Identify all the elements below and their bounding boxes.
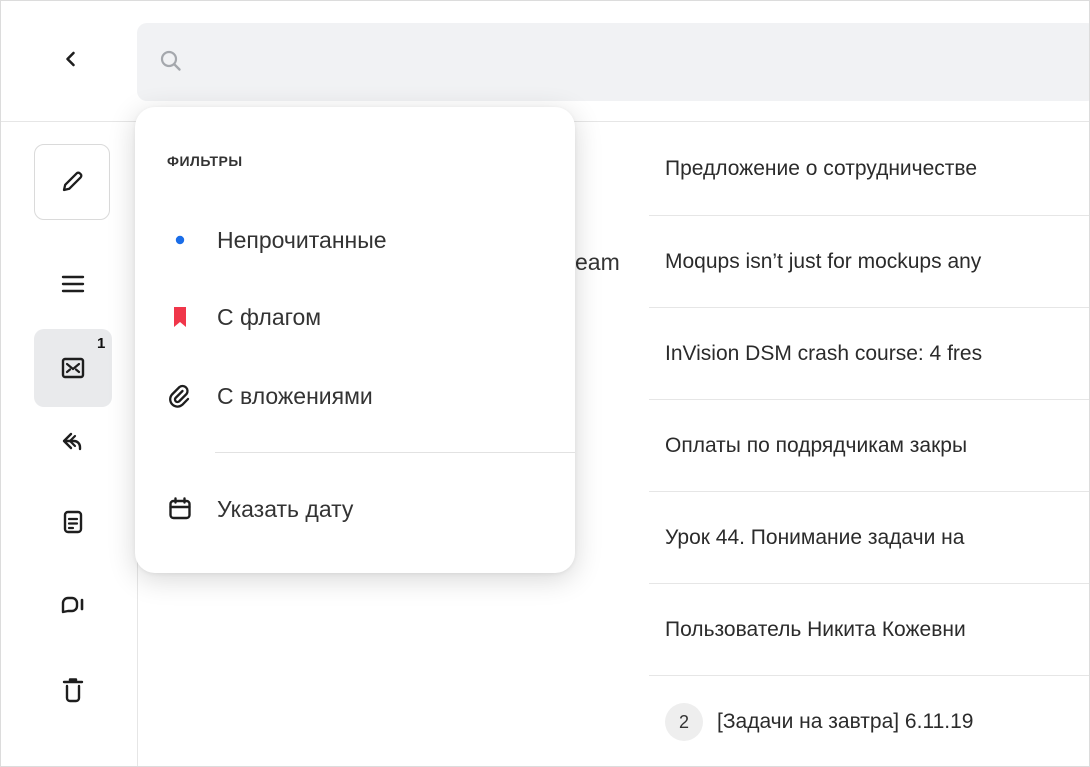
thread-count-badge: 2 bbox=[665, 703, 703, 741]
flag-icon bbox=[163, 305, 197, 329]
search-icon bbox=[159, 49, 183, 78]
message-row[interactable]: Урок 44. Понимание задачи на bbox=[649, 492, 1089, 584]
pencil-icon bbox=[62, 171, 83, 192]
message-subject: Оплаты по подрядчикам закры bbox=[665, 433, 968, 457]
message-subject: [Задачи на завтра] 6.11.19 bbox=[717, 710, 974, 733]
message-list: Предложение о сотрудничестве Moqups isn’… bbox=[649, 122, 1089, 766]
filter-date[interactable]: Указать дату bbox=[163, 485, 553, 533]
filter-unread[interactable]: Непрочитанные bbox=[163, 216, 553, 264]
filter-date-label: Указать дату bbox=[217, 495, 354, 522]
search-input[interactable] bbox=[197, 43, 1061, 83]
calendar-icon bbox=[163, 496, 197, 522]
drafts-icon bbox=[63, 510, 83, 534]
message-row[interactable]: Пользователь Никита Кожевни bbox=[649, 584, 1089, 676]
message-row[interactable]: Оплаты по подрядчикам закры bbox=[649, 400, 1089, 492]
unread-count-badge: 1 bbox=[97, 335, 106, 352]
sidebar-item-drafts[interactable] bbox=[34, 483, 112, 561]
sidebar-item-sent[interactable] bbox=[34, 403, 112, 481]
chevron-left-icon bbox=[66, 51, 75, 67]
filter-flagged[interactable]: С флагом bbox=[163, 293, 553, 341]
filter-unread-label: Непрочитанные bbox=[217, 226, 387, 253]
menu-icon bbox=[61, 275, 85, 293]
filter-flagged-label: С флагом bbox=[217, 303, 322, 330]
message-subject: InVision DSM crash course: 4 fres bbox=[665, 341, 983, 365]
search-bar[interactable] bbox=[137, 23, 1089, 101]
mail-app-window: 1 eam Предложение о сотрудничестве Moqup… bbox=[0, 0, 1090, 767]
sidebar-item-inbox[interactable]: 1 bbox=[34, 329, 112, 407]
sidebar-item-trash[interactable] bbox=[34, 651, 112, 729]
trash-icon bbox=[62, 678, 84, 703]
menu-button[interactable] bbox=[34, 245, 112, 323]
filters-title: ФИЛЬТРЫ bbox=[167, 153, 243, 169]
popup-divider bbox=[215, 452, 575, 453]
unread-dot-icon bbox=[163, 234, 197, 246]
filter-attachments-label: С вложениями bbox=[217, 382, 373, 409]
filter-attachments[interactable]: С вложениями bbox=[163, 372, 553, 420]
message-subject: Урок 44. Понимание задачи на bbox=[665, 525, 965, 549]
inbox-icon bbox=[61, 357, 85, 379]
message-subject: Предложение о сотрудничестве bbox=[665, 156, 977, 180]
back-button[interactable] bbox=[53, 41, 89, 77]
sent-icon bbox=[62, 432, 82, 451]
filters-popup: ФИЛЬТРЫ Непрочитанные С флагом С вложени… bbox=[135, 107, 575, 573]
message-subject: Пользователь Никита Кожевни bbox=[665, 617, 966, 641]
sidebar-item-spam[interactable] bbox=[34, 569, 112, 647]
message-row[interactable]: 2 [Задачи на завтра] 6.11.19 bbox=[649, 676, 1089, 766]
compose-button[interactable] bbox=[34, 144, 110, 220]
message-row[interactable]: Предложение о сотрудничестве bbox=[649, 122, 1089, 216]
message-subject: Moqups isn’t just for mockups any bbox=[665, 249, 982, 273]
message-row[interactable]: Moqups isn’t just for mockups any bbox=[649, 216, 1089, 308]
paperclip-icon bbox=[163, 383, 197, 409]
spam-icon bbox=[61, 596, 84, 614]
message-row[interactable]: InVision DSM crash course: 4 fres bbox=[649, 308, 1089, 400]
sender-name-partial: eam bbox=[575, 249, 620, 275]
